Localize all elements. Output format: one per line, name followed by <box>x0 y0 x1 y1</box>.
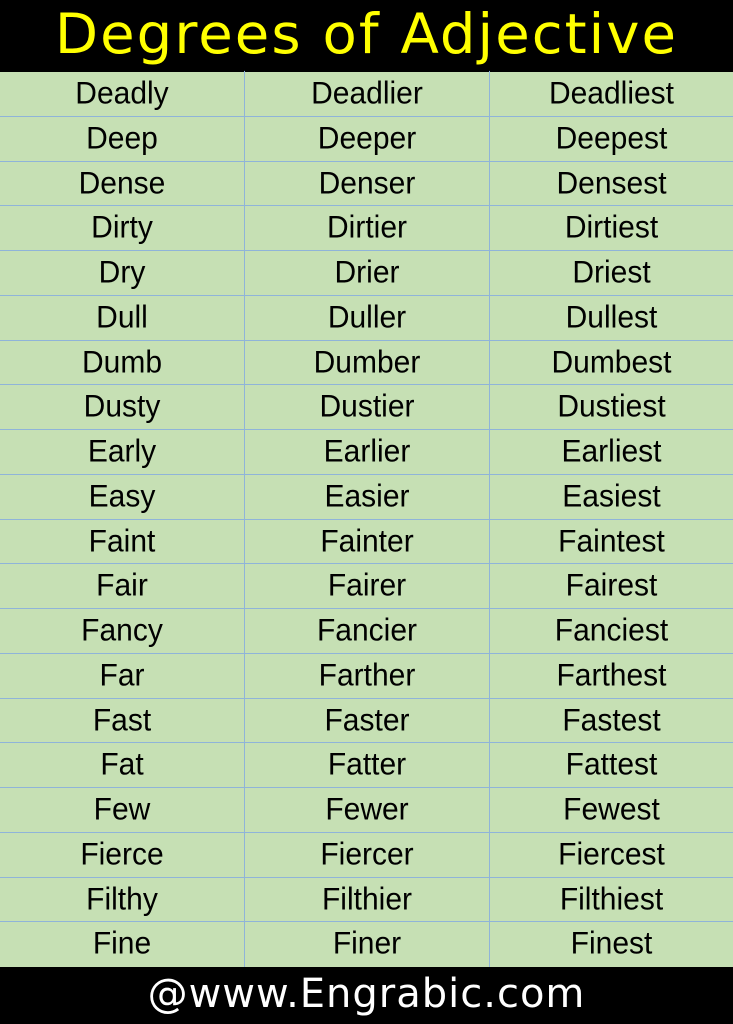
cell-positive: Deep <box>0 115 245 162</box>
cell-superlative: Dustiest <box>557 389 666 424</box>
cell-positive: Dense <box>0 160 245 207</box>
cell-superlative: Driest <box>572 255 651 290</box>
cell-comparative: Fiercer <box>245 831 490 878</box>
cell-superlative: Earliest <box>561 434 662 469</box>
table-row: Dense Denser Densest <box>0 160 733 207</box>
website-credit: @www.Engrabic.com <box>147 970 586 1017</box>
cell-superlative: Dumbest <box>551 344 672 380</box>
adjective-table: Deadly Deadlier Deadliest Deep Deeper Deepest… <box>0 70 733 969</box>
cell-positive: Fine <box>0 921 245 969</box>
cell-comparative: Deeper <box>245 115 490 162</box>
cell-positive: Fair <box>0 563 245 610</box>
cell-comparative: Fainter <box>245 518 490 565</box>
cell-superlative: Dirtiest <box>564 210 659 245</box>
table-row: Fierce Fiercer Fiercest <box>0 831 733 878</box>
table-row: Fat Fatter Fattest <box>0 742 733 789</box>
cell-comparative: Fancier <box>245 607 490 654</box>
cell-comparative: Filthier <box>245 876 490 923</box>
table-row: Fast Faster Fastest <box>0 697 733 744</box>
table-row: Faint Fainter Faintest <box>0 518 733 565</box>
cell-positive: Fast <box>0 697 245 744</box>
cell-superlative: Fiercest <box>558 836 665 872</box>
cell-positive: Early <box>0 428 245 475</box>
cell-positive: Fierce <box>0 831 245 878</box>
cell-positive: Fancy <box>0 607 245 654</box>
cell-positive: Dirty <box>0 205 245 252</box>
cell-comparative: Faster <box>245 697 490 744</box>
cell-positive: Dry <box>0 249 245 296</box>
cell-comparative: Duller <box>245 294 490 341</box>
table-row: Far Farther Farthest <box>0 652 733 699</box>
cell-positive: Far <box>0 652 245 699</box>
table-row: Dusty Dustier Dustiest <box>0 384 733 431</box>
cell-comparative: Earlier <box>245 428 490 475</box>
cell-comparative: Fewer <box>245 786 490 833</box>
table-row: Dirty Dirtier Dirtiest <box>0 205 733 252</box>
cell-superlative: Finest <box>570 926 653 962</box>
cell-superlative: Filthiest <box>559 881 664 917</box>
cell-positive: Easy <box>0 473 245 520</box>
cell-positive: Dusty <box>0 384 245 431</box>
cell-comparative: Easier <box>245 473 490 520</box>
cell-superlative: Farthest <box>556 657 667 693</box>
cell-superlative: Fastest <box>562 702 661 738</box>
cell-positive: Few <box>0 786 245 833</box>
table-row: Dull Duller Dullest <box>0 294 733 341</box>
cell-superlative: Faintest <box>558 523 665 559</box>
table-row: Deadly Deadlier Deadliest <box>0 70 733 117</box>
table-row: Fair Fairer Fairest <box>0 563 733 610</box>
cell-comparative: Drier <box>245 249 490 296</box>
footer-bar: @www.Engrabic.com <box>0 967 733 1024</box>
cell-superlative: Densest <box>556 165 667 201</box>
page-title: Degrees of Adjective <box>54 1 679 66</box>
table-row: Early Earlier Earliest <box>0 428 733 475</box>
table-row: Dumb Dumber Dumbest <box>0 339 733 386</box>
cell-comparative: Finer <box>245 921 490 969</box>
table-row: Easy Easier Easiest <box>0 473 733 520</box>
table-row: Few Fewer Fewest <box>0 786 733 833</box>
table-row: Fancy Fancier Fanciest <box>0 607 733 654</box>
cell-superlative: Fewest <box>563 792 660 827</box>
cell-positive: Faint <box>0 518 245 565</box>
cell-comparative: Deadlier <box>245 70 490 117</box>
cell-superlative: Deepest <box>555 120 668 156</box>
cell-superlative: Dullest <box>565 299 658 335</box>
cell-comparative: Fairer <box>245 563 490 610</box>
cell-superlative: Easiest <box>562 478 661 514</box>
cell-superlative: Fanciest <box>554 613 669 648</box>
cell-positive: Filthy <box>0 876 245 923</box>
cell-comparative: Farther <box>245 652 490 699</box>
cell-superlative: Deadliest <box>548 76 675 111</box>
cell-positive: Dull <box>0 294 245 341</box>
table-row: Deep Deeper Deepest <box>0 115 733 162</box>
cell-comparative: Dumber <box>245 339 490 386</box>
title-bar: Degrees of Adjective <box>0 0 733 72</box>
cell-comparative: Fatter <box>245 742 490 789</box>
cell-comparative: Dirtier <box>245 205 490 252</box>
table-row: Fine Finer Finest <box>0 921 733 969</box>
cell-comparative: Denser <box>245 160 490 207</box>
cell-superlative: Fairest <box>565 568 658 603</box>
table-row: Dry Drier Driest <box>0 249 733 296</box>
cell-superlative: Fattest <box>565 747 658 782</box>
table-row: Filthy Filthier Filthiest <box>0 876 733 923</box>
cell-positive: Dumb <box>0 339 245 386</box>
cell-positive: Deadly <box>0 70 245 117</box>
cell-comparative: Dustier <box>245 384 490 431</box>
cell-positive: Fat <box>0 742 245 789</box>
